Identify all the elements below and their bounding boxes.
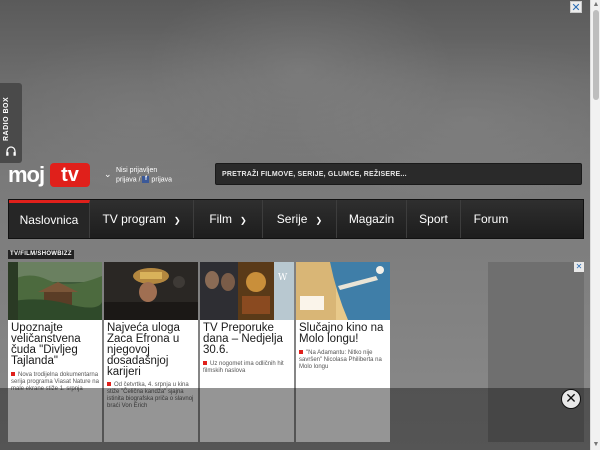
bullet-icon	[299, 350, 303, 355]
article-title[interactable]: TV Preporuke dana – Nedjelja 30.6.	[203, 322, 293, 356]
nav-label: Forum	[473, 212, 509, 226]
chevron-down-icon: ❯	[173, 216, 181, 225]
nav-item-magazin[interactable]: Magazin	[337, 200, 407, 238]
nav-label: Serije	[276, 212, 308, 226]
nav-item-serije[interactable]: Serije ❯	[263, 200, 337, 238]
article-desc: Uz nogomet ima odličnih hit filmskih nas…	[203, 361, 284, 374]
nav-label: Naslovnica	[19, 213, 79, 227]
bottom-ad-overlay	[0, 388, 590, 450]
nav-item-sport[interactable]: Sport	[407, 200, 461, 238]
bullet-icon	[203, 361, 207, 366]
article-image[interactable]	[296, 262, 390, 320]
scroll-thumb[interactable]	[593, 10, 599, 100]
article-title[interactable]: Upoznajte veličanstvena čuda "Divljeg Ta…	[11, 322, 101, 367]
bullet-icon	[107, 382, 111, 387]
chevron-down-icon: ⌄	[104, 169, 112, 179]
section-label: TV/FILM/SHOWBIZZ	[8, 250, 74, 259]
bullet-icon	[11, 372, 15, 377]
search-input[interactable]: PRETRAŽI FILMOVE, SERIJE, GLUMCE, REŽISE…	[215, 163, 582, 185]
radio-box-tab[interactable]: RADIO BOX	[0, 83, 22, 163]
login-links[interactable]: prijava / f prijava	[116, 176, 172, 183]
login-status-text: Nisi prijavljen	[116, 167, 158, 174]
nav-label: Film	[209, 212, 232, 226]
close-icon[interactable]: ✕	[561, 389, 581, 409]
nav-label: Magazin	[348, 212, 395, 226]
nav-label: Sport	[419, 212, 448, 226]
nav-item-naslovnica[interactable]: Naslovnica	[9, 200, 90, 238]
facebook-login-link[interactable]: prijava	[151, 176, 172, 183]
chevron-down-icon: ❯	[239, 216, 247, 225]
radio-box-label: RADIO BOX	[3, 96, 10, 141]
scroll-up-icon[interactable]: ▲	[592, 1, 600, 9]
login-link[interactable]: prijava /	[116, 176, 141, 183]
nav-label: TV program	[102, 212, 166, 226]
svg-text:W: W	[278, 273, 288, 283]
ad-choices-icon[interactable]: ✕	[574, 262, 584, 272]
chevron-down-icon: ❯	[315, 216, 323, 225]
logo-tv-text: tv	[50, 163, 90, 187]
article-desc: "Na Adamantu: Nitko nije savršen" Nicola…	[299, 350, 382, 370]
ad-close-icon[interactable]: ✕	[570, 1, 582, 14]
nav-item-film[interactable]: Film ❯	[194, 200, 263, 238]
article-image[interactable]: W	[200, 262, 294, 320]
logo-moj-text: moj	[8, 162, 45, 187]
article-title[interactable]: Najveća uloga Zaca Efrona u njegovoj dos…	[107, 322, 197, 378]
scroll-down-icon[interactable]: ▼	[592, 441, 600, 449]
nav-item-tv-program[interactable]: TV program ❯	[90, 200, 194, 238]
nav-item-forum[interactable]: Forum	[461, 200, 521, 238]
article-title[interactable]: Slučajno kino na Molo longu!	[299, 322, 389, 345]
main-nav: Naslovnica TV program ❯ Film ❯ Serije ❯ Mag…	[8, 199, 584, 239]
scrollbar[interactable]: ▲ ▼	[590, 0, 600, 450]
article-image[interactable]	[8, 262, 102, 320]
headphones-icon	[5, 144, 17, 156]
article-image[interactable]	[104, 262, 198, 320]
facebook-icon[interactable]: f	[142, 176, 150, 183]
